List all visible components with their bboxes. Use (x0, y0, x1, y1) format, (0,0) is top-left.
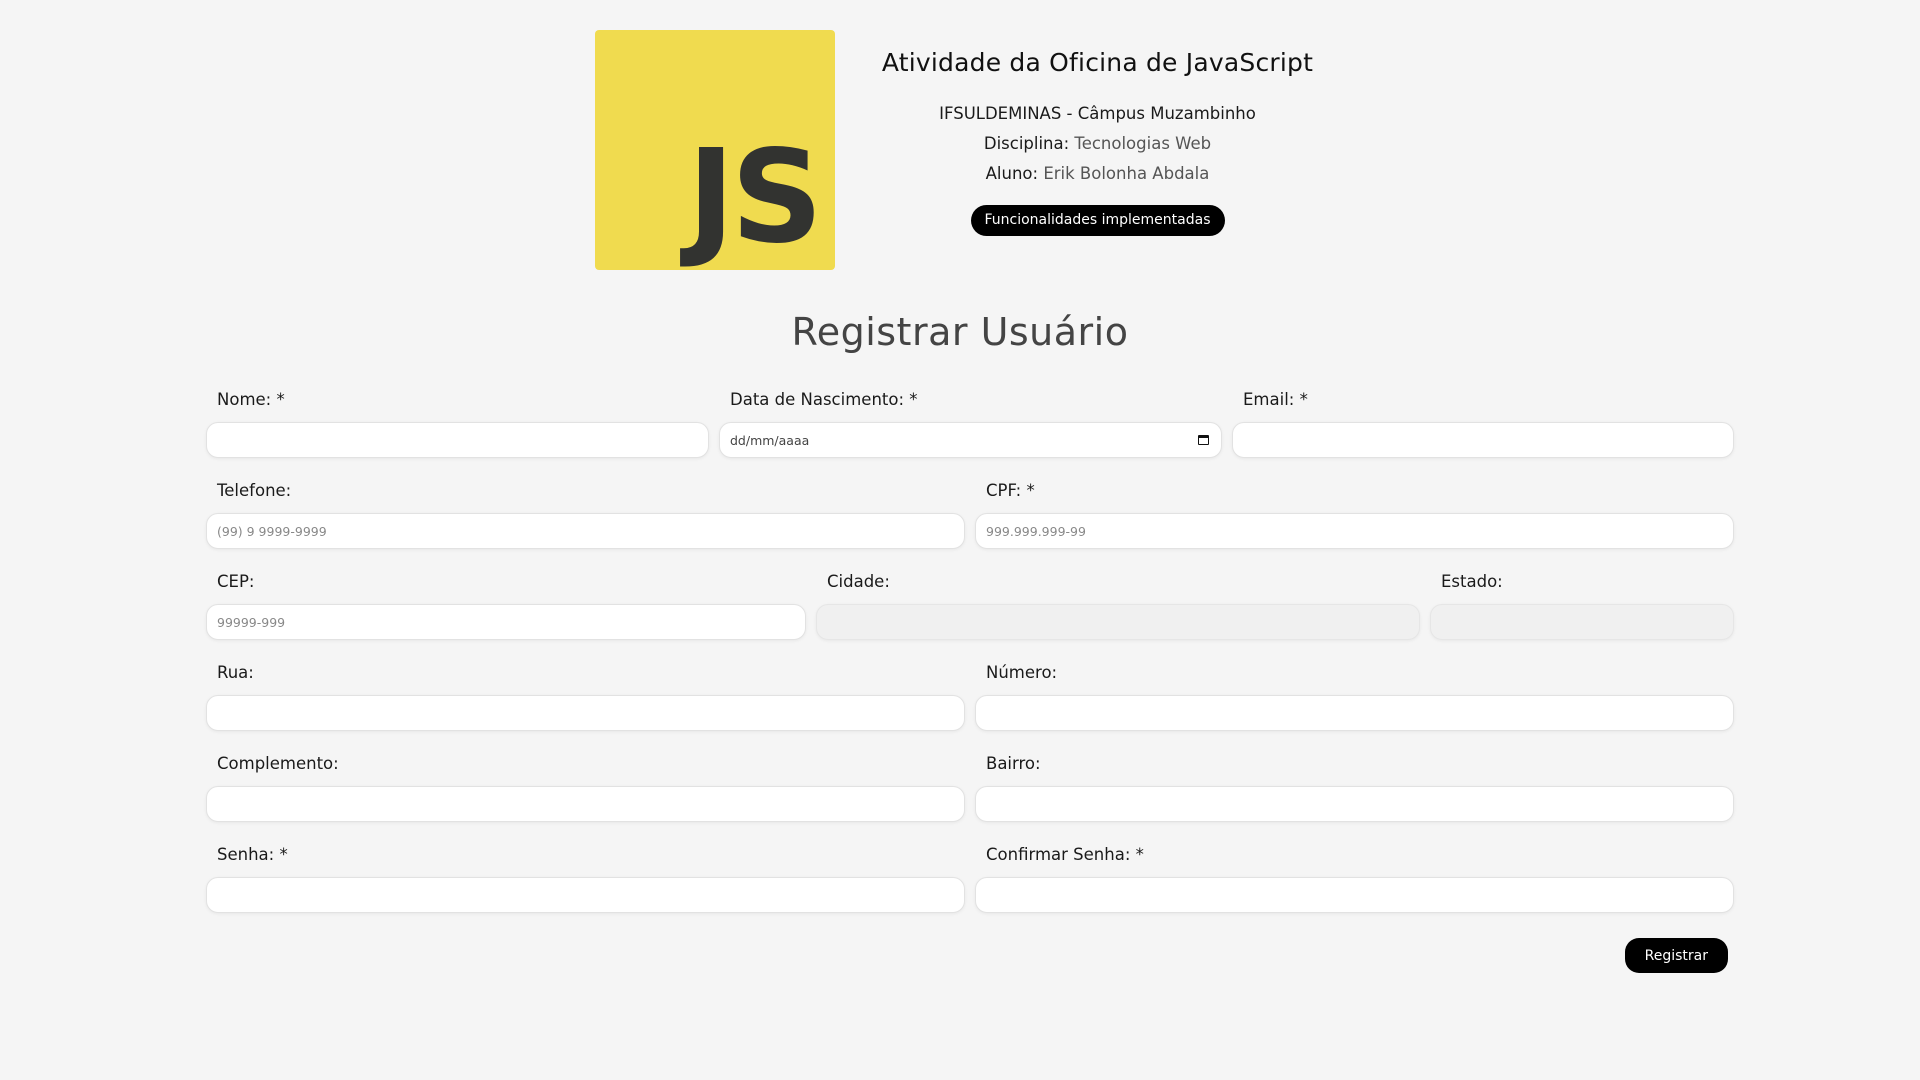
estado-input (1430, 604, 1734, 640)
form-row: Telefone: (99) 9 9999-9999 CPF: * 999.99… (206, 479, 1734, 549)
nome-label: Nome: * (217, 390, 285, 409)
form-row: Complemento: Bairro: (206, 752, 1734, 822)
site-title: Atividade da Oficina de JavaScript (881, 48, 1314, 77)
rua-label: Rua: (217, 663, 254, 682)
nascimento-input[interactable]: dd/mm/aaaa (719, 422, 1222, 458)
student-line: Aluno: Erik Bolonha Abdala (865, 159, 1330, 189)
register-button[interactable]: Registrar (1624, 938, 1728, 973)
institution-text: IFSULDEMINAS - Câmpus Muzambinho (939, 104, 1256, 123)
form-row: Rua: Número: (206, 661, 1734, 731)
page: JS Atividade da Oficina de JavaScript IF… (0, 0, 1920, 1080)
calendar-icon[interactable] (1198, 435, 1209, 445)
cep-input[interactable]: 99999-999 (206, 604, 806, 640)
numero-field: Número: (975, 661, 1734, 731)
numero-input[interactable] (975, 695, 1734, 731)
complemento-label: Complemento: (217, 754, 339, 773)
email-field: Email: * (1232, 388, 1734, 458)
senha-input[interactable] (206, 877, 965, 913)
institution-line: IFSULDEMINAS - Câmpus Muzambinho (865, 99, 1330, 129)
rua-field: Rua: (206, 661, 965, 731)
info-lines: IFSULDEMINAS - Câmpus Muzambinho Discipl… (865, 99, 1330, 189)
email-label: Email: * (1243, 390, 1308, 409)
nascimento-label: Data de Nascimento: * (730, 390, 918, 409)
form-row: Nome: * Data de Nascimento: * dd/mm/aaaa… (206, 388, 1734, 458)
cpf-label: CPF: * (986, 481, 1035, 500)
nascimento-placeholder: dd/mm/aaaa (730, 432, 810, 448)
estado-label: Estado: (1441, 572, 1503, 591)
form-title: Registrar Usuário (791, 310, 1129, 354)
discipline-line: Disciplina: Tecnologias Web (865, 129, 1330, 159)
estado-field: Estado: (1430, 570, 1734, 640)
cpf-placeholder: 999.999.999-99 (986, 523, 1086, 539)
telefone-input[interactable]: (99) 9 9999-9999 (206, 513, 965, 549)
cep-field: CEP: 99999-999 (206, 570, 806, 640)
cpf-input[interactable]: 999.999.999-99 (975, 513, 1734, 549)
form-row: CEP: 99999-999 Cidade: Estado: (206, 570, 1734, 640)
submit-row: Registrar (206, 938, 1734, 973)
email-input[interactable] (1232, 422, 1734, 458)
senha-field: Senha: * (206, 843, 965, 913)
confirmar-senha-input[interactable] (975, 877, 1734, 913)
complemento-field: Complemento: (206, 752, 965, 822)
cidade-input (816, 604, 1420, 640)
nascimento-field: Data de Nascimento: * dd/mm/aaaa (719, 388, 1222, 458)
complemento-input[interactable] (206, 786, 965, 822)
student-value: Erik Bolonha Abdala (1043, 164, 1210, 183)
features-button[interactable]: Funcionalidades implementadas (970, 205, 1225, 236)
cep-label: CEP: (217, 572, 255, 591)
js-logo-text: JS (687, 123, 823, 272)
form-row: Senha: * Confirmar Senha: * (206, 843, 1734, 913)
telefone-field: Telefone: (99) 9 9999-9999 (206, 479, 965, 549)
student-label: Aluno: (985, 164, 1039, 183)
header-info: Atividade da Oficina de JavaScript IFSUL… (865, 30, 1330, 236)
discipline-label: Disciplina: (983, 134, 1070, 153)
nome-input[interactable] (206, 422, 709, 458)
discipline-value: Tecnologias Web (1074, 134, 1212, 153)
register-form: Nome: * Data de Nascimento: * dd/mm/aaaa… (206, 388, 1734, 973)
bairro-label: Bairro: (986, 754, 1041, 773)
cidade-label: Cidade: (827, 572, 890, 591)
js-logo: JS (595, 30, 835, 270)
bairro-input[interactable] (975, 786, 1734, 822)
rua-input[interactable] (206, 695, 965, 731)
cidade-field: Cidade: (816, 570, 1420, 640)
cpf-field: CPF: * 999.999.999-99 (975, 479, 1734, 549)
telefone-label: Telefone: (217, 481, 292, 500)
numero-label: Número: (986, 663, 1058, 682)
confirmar-senha-field: Confirmar Senha: * (975, 843, 1734, 913)
header: JS Atividade da Oficina de JavaScript IF… (595, 30, 1335, 270)
bairro-field: Bairro: (975, 752, 1734, 822)
telefone-placeholder: (99) 9 9999-9999 (217, 523, 327, 539)
confirmar-senha-label: Confirmar Senha: * (986, 845, 1144, 864)
nome-field: Nome: * (206, 388, 709, 458)
senha-label: Senha: * (217, 845, 288, 864)
cep-placeholder: 99999-999 (217, 614, 286, 630)
